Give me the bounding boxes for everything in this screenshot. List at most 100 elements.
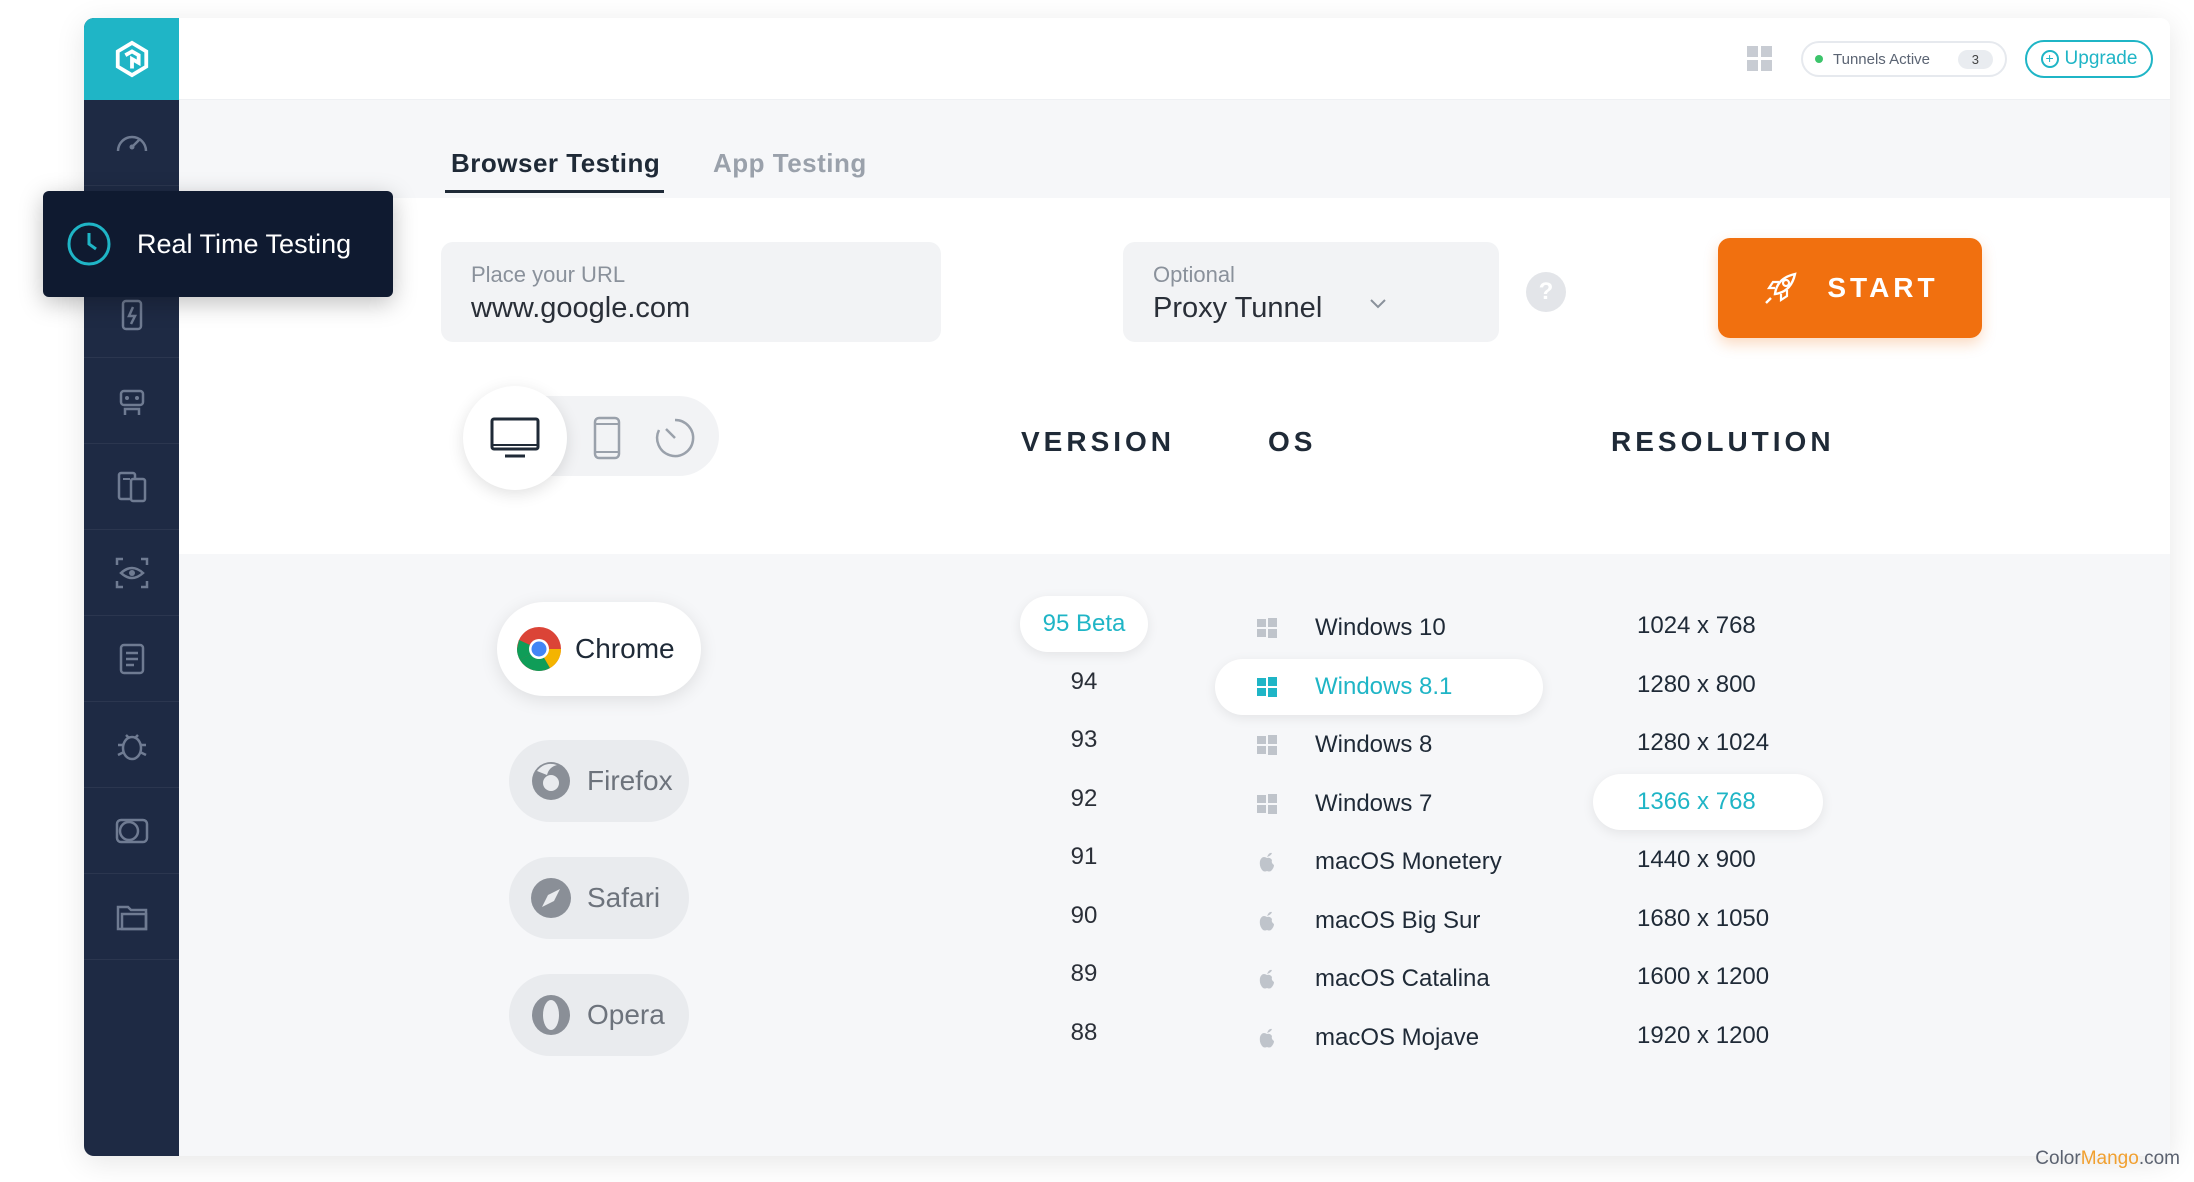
apple-icon xyxy=(1259,911,1274,931)
windows-icon xyxy=(1257,618,1277,638)
sidebar-tooltip: Real Time Testing xyxy=(43,191,393,297)
tooltip-label: Real Time Testing xyxy=(137,228,352,259)
version-option[interactable]: 91 xyxy=(1020,843,1148,871)
column-header-version: VERSION xyxy=(1021,426,1176,457)
apple-icon xyxy=(1259,852,1274,872)
sidebar xyxy=(84,18,179,1156)
browser-chrome[interactable]: Chrome xyxy=(497,602,701,696)
os-option[interactable]: macOS Monetery xyxy=(1215,834,1543,890)
sidebar-item-dashboard[interactable] xyxy=(84,100,179,186)
resolution-option-selected[interactable]: 1366 x 768 xyxy=(1593,774,1823,830)
dashboard-icon xyxy=(116,135,147,151)
os-label: macOS Big Sur xyxy=(1315,907,1481,934)
tunnels-active-badge[interactable]: Tunnels Active 3 xyxy=(1801,41,2007,77)
version-option[interactable]: 92 xyxy=(1020,785,1148,813)
config-panel: Place your URL www.google.com Optional P… xyxy=(179,198,2170,554)
browser-label: Safari xyxy=(587,882,661,913)
version-option[interactable]: 89 xyxy=(1020,960,1148,988)
tunnel-value: Proxy Tunnel xyxy=(1153,292,1323,324)
tab-app-testing[interactable]: App Testing xyxy=(713,148,867,179)
bell-icon[interactable] xyxy=(2169,44,2170,74)
sidebar-item-folder[interactable] xyxy=(84,874,179,960)
app-window: Tunnels Active 3 + Upgrade Browser Testi… xyxy=(84,18,2170,1156)
tabs-bar: Browser Testing App Testing xyxy=(179,100,2170,198)
browser-opera[interactable]: Opera xyxy=(509,974,689,1056)
tunnel-select[interactable]: Optional Proxy Tunnel xyxy=(1123,242,1499,342)
mobile-icon[interactable] xyxy=(589,416,625,460)
resolution-option[interactable]: 1440 x 900 xyxy=(1593,832,1823,888)
version-option[interactable]: 94 xyxy=(1020,668,1148,696)
os-option[interactable]: macOS Big Sur xyxy=(1215,893,1543,949)
os-label: Windows 8.1 xyxy=(1315,673,1453,700)
os-option[interactable]: Windows 10 xyxy=(1215,600,1543,656)
tunnels-count: 3 xyxy=(1957,49,1993,69)
bug-icon xyxy=(116,733,147,760)
firefox-icon xyxy=(532,762,570,800)
tunnel-placeholder: Optional xyxy=(1153,262,1235,287)
browser-label: Chrome xyxy=(575,633,675,664)
browser-firefox[interactable]: Firefox xyxy=(509,740,689,822)
os-option-selected[interactable]: Windows 8.1 xyxy=(1215,659,1543,715)
resolution-option[interactable]: 1024 x 768 xyxy=(1593,598,1823,654)
url-value: www.google.com xyxy=(471,292,691,324)
selection-area: Chrome Firefox Safari Opera 95 Beta 94 9… xyxy=(179,554,2170,1156)
apple-icon xyxy=(1259,969,1274,989)
apple-icon xyxy=(1259,1028,1274,1048)
os-label: Windows 7 xyxy=(1315,790,1433,817)
desktop-toggle[interactable] xyxy=(463,386,567,490)
sidebar-item-bug[interactable] xyxy=(84,702,179,788)
folder-icon xyxy=(116,905,147,930)
safari-icon xyxy=(531,878,571,918)
url-input[interactable]: Place your URL www.google.com xyxy=(441,242,941,342)
apps-grid-icon[interactable] xyxy=(1747,46,1773,72)
os-option[interactable]: macOS Catalina xyxy=(1215,951,1543,1007)
chevron-down-icon xyxy=(1370,299,1386,309)
devices-icon xyxy=(117,471,146,502)
watermark-part: Mango xyxy=(2080,1148,2139,1169)
os-label: macOS Mojave xyxy=(1315,1024,1480,1051)
start-button[interactable]: START xyxy=(1718,238,1982,338)
url-placeholder: Place your URL xyxy=(471,262,626,287)
logo-icon xyxy=(115,40,148,78)
version-option-selected[interactable]: 95 Beta xyxy=(1020,596,1148,652)
resolution-option[interactable]: 1920 x 1200 xyxy=(1593,1008,1823,1064)
document-icon xyxy=(119,643,144,674)
help-icon[interactable]: ? xyxy=(1526,272,1566,312)
os-option[interactable]: macOS Mojave xyxy=(1215,1010,1543,1066)
sidebar-item-devices[interactable] xyxy=(84,444,179,530)
sidebar-item-document[interactable] xyxy=(84,616,179,702)
browser-label: Firefox xyxy=(587,765,673,796)
os-option[interactable]: Windows 7 xyxy=(1215,776,1543,832)
resolution-option[interactable]: 1600 x 1200 xyxy=(1593,949,1823,1005)
desktop-icon xyxy=(490,417,540,458)
lambdatest-logo[interactable] xyxy=(84,18,179,100)
version-option[interactable]: 90 xyxy=(1020,902,1148,930)
resolution-option[interactable]: 1280 x 1024 xyxy=(1593,715,1823,771)
compare-icon xyxy=(115,818,148,843)
version-option[interactable]: 88 xyxy=(1020,1019,1148,1047)
os-option[interactable]: Windows 8 xyxy=(1215,717,1543,773)
visual-icon xyxy=(115,557,148,588)
start-label: START xyxy=(1827,272,1939,303)
sidebar-item-visual[interactable] xyxy=(84,530,179,616)
tunnels-label: Tunnels Active xyxy=(1833,50,1930,68)
column-header-os: OS xyxy=(1268,426,1317,457)
upgrade-button[interactable]: + Upgrade xyxy=(2025,40,2153,78)
windows-icon xyxy=(1257,677,1277,697)
chrome-icon xyxy=(517,627,561,671)
version-option[interactable]: 93 xyxy=(1020,726,1148,754)
tab-browser-testing[interactable]: Browser Testing xyxy=(444,148,665,193)
opera-icon xyxy=(532,995,570,1035)
browser-safari[interactable]: Safari xyxy=(509,857,689,939)
sidebar-item-robot[interactable] xyxy=(84,358,179,444)
column-header-resolution: RESOLUTION xyxy=(1611,426,1835,457)
status-dot xyxy=(1815,55,1823,63)
plus-circle-icon: + xyxy=(2040,50,2059,68)
sidebar-item-compare[interactable] xyxy=(84,788,179,874)
resolution-option[interactable]: 1280 x 800 xyxy=(1593,657,1823,713)
windows-icon xyxy=(1257,794,1277,814)
watermark-part: Color xyxy=(2035,1148,2081,1169)
resolution-option[interactable]: 1680 x 1050 xyxy=(1593,891,1823,947)
os-label: Windows 10 xyxy=(1315,614,1446,641)
timer-icon[interactable] xyxy=(653,416,697,460)
